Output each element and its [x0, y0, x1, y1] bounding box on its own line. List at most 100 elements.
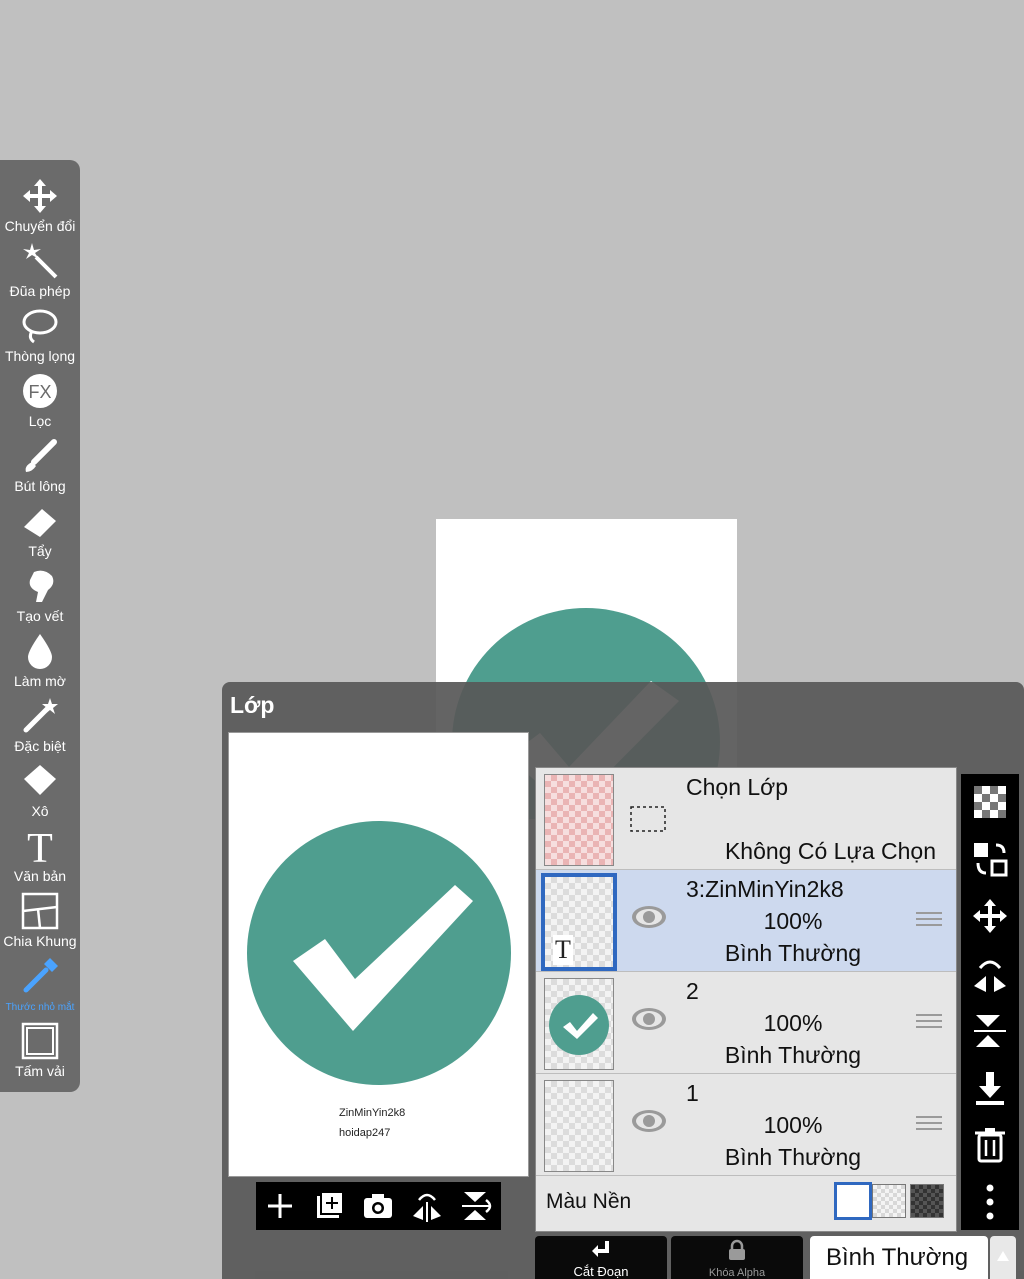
tool-label: Làm mờ — [14, 673, 66, 689]
background-transparent-swatch[interactable] — [872, 1184, 906, 1218]
tool-special[interactable]: Đặc biệt — [0, 694, 80, 758]
drag-handle-icon[interactable] — [916, 1116, 942, 1136]
tool-label: Tẩy — [28, 543, 52, 559]
layer-row[interactable]: 2 100% Bình Thường — [536, 972, 956, 1074]
tool-frame-divider[interactable]: Chia Khung — [0, 889, 80, 953]
tool-eraser[interactable]: Tẩy — [0, 499, 80, 563]
alpha-lock-button[interactable]: Khóa Alpha — [671, 1236, 803, 1279]
canvas-preview[interactable]: ZinMinYin2k8 hoidap247 — [228, 732, 529, 1177]
move-arrows-icon — [23, 179, 57, 213]
move-layer-icon[interactable] — [970, 896, 1010, 936]
layer-list: Chọn Lớp Không Có Lựa Chọn T 3:ZinMinYin… — [535, 767, 957, 1232]
visibility-eye-icon[interactable] — [630, 1108, 668, 1134]
clip-arrow-icon — [592, 1241, 609, 1257]
layer-name: 3:ZinMinYin2k8 — [686, 876, 844, 902]
tool-label: Đũa phép — [9, 283, 71, 299]
clipping-button[interactable]: Cắt Đoạn — [535, 1236, 667, 1279]
background-label: Màu Nền — [546, 1190, 632, 1213]
swap-layer-icon[interactable] — [970, 839, 1010, 879]
bucket-icon — [24, 765, 56, 795]
tool-transform[interactable]: Chuyển đổi — [0, 174, 80, 238]
tool-magic-wand[interactable]: Đũa phép — [0, 239, 80, 303]
transparency-checker-icon[interactable] — [970, 782, 1010, 822]
lasso-icon — [22, 309, 58, 344]
layer-thumbnail — [544, 978, 614, 1070]
layer-thumbnail — [544, 1080, 614, 1172]
tool-label: Chia Khung — [3, 933, 77, 949]
blend-mode-toggle[interactable] — [990, 1236, 1016, 1279]
blend-mode-value: Bình Thường — [826, 1244, 969, 1271]
tool-label: Chuyển đổi — [4, 218, 76, 234]
svg-text:FX: FX — [28, 382, 51, 402]
smudge-icon — [29, 570, 54, 602]
preview-caption-1: ZinMinYin2k8 — [339, 1107, 406, 1119]
layer-blend-mode: Bình Thường — [724, 1042, 862, 1068]
tool-label: Thòng lọng — [4, 348, 76, 364]
layer-name: 2 — [686, 978, 699, 1004]
tool-bucket[interactable]: Xô — [0, 759, 80, 823]
tool-canvas[interactable]: Tấm vải — [0, 1019, 80, 1083]
tool-blur[interactable]: Làm mờ — [0, 629, 80, 693]
drag-handle-icon[interactable] — [916, 912, 942, 932]
more-options-icon[interactable] — [970, 1182, 1010, 1222]
drag-handle-icon[interactable] — [916, 1014, 942, 1034]
selection-layer-row[interactable]: Chọn Lớp Không Có Lựa Chọn — [536, 768, 956, 870]
tool-text[interactable]: T Văn bản — [0, 824, 80, 888]
selection-marquee-icon — [630, 806, 666, 832]
tool-smudge[interactable]: Tạo vết — [0, 564, 80, 628]
flip-layer-horizontal-icon[interactable] — [970, 954, 1010, 994]
layer-blend-mode: Bình Thường — [724, 1144, 862, 1170]
fx-filter-icon: FX — [23, 374, 57, 408]
preview-caption-2: hoidap247 — [339, 1127, 391, 1139]
merge-down-icon[interactable] — [970, 1068, 1010, 1108]
background-white-swatch[interactable] — [834, 1182, 872, 1220]
tool-label: Văn bản — [13, 868, 67, 884]
tool-label: Thước nhỏ mắt — [5, 1002, 75, 1013]
tool-eyedropper[interactable]: Thước nhỏ mắt — [0, 954, 80, 1018]
layer-actions-toolbar — [961, 774, 1019, 1230]
panel-title: Lớp — [230, 692, 275, 718]
tool-brush[interactable]: Bút lông — [0, 434, 80, 498]
flip-horizontal-icon[interactable] — [407, 1186, 447, 1226]
tool-sidebar: Chuyển đổi Đũa phép Thòng lọng FX Lọc Bú… — [0, 160, 80, 1092]
frame-divider-icon — [21, 892, 59, 930]
trash-icon[interactable] — [970, 1125, 1010, 1165]
flip-vertical-icon[interactable] — [456, 1186, 496, 1226]
clipping-label: Cắt Đoạn — [573, 1264, 629, 1279]
alpha-lock-label: Khóa Alpha — [708, 1267, 766, 1279]
canvas-icon — [21, 1022, 59, 1060]
special-wand-icon — [23, 698, 58, 733]
tool-label: Tạo vết — [16, 608, 64, 624]
tool-label: Lọc — [28, 413, 52, 429]
layer-blend-mode: Bình Thường — [724, 940, 862, 966]
tool-filter[interactable]: FX Lọc — [0, 369, 80, 433]
preview-toolbar — [256, 1182, 501, 1230]
blend-mode-select[interactable]: Bình Thường — [810, 1236, 988, 1279]
svg-text:T: T — [27, 826, 53, 866]
visibility-eye-icon[interactable] — [630, 904, 668, 930]
layer-thumbnail: T — [541, 873, 617, 971]
text-tool-icon: T — [27, 826, 53, 866]
add-copy-layer-icon[interactable] — [309, 1186, 349, 1226]
lock-icon — [729, 1239, 745, 1260]
selection-title: Chọn Lớp — [686, 774, 789, 800]
layer-row[interactable]: T 3:ZinMinYin2k8 100% Bình Thường — [536, 870, 956, 972]
blur-drop-icon — [28, 634, 52, 669]
selection-thumbnail — [544, 774, 614, 866]
visibility-eye-icon[interactable] — [630, 1006, 668, 1032]
layer-opacity: 100% — [763, 908, 823, 934]
layer-row[interactable]: 1 100% Bình Thường — [536, 1074, 956, 1176]
add-layer-icon[interactable] — [260, 1186, 300, 1226]
brush-icon — [25, 439, 57, 472]
tool-label: Đặc biệt — [14, 738, 66, 754]
flip-layer-vertical-icon[interactable] — [970, 1011, 1010, 1051]
background-dark-swatch[interactable] — [910, 1184, 944, 1218]
checkmark-thumbnail-icon — [549, 995, 609, 1055]
tool-lasso[interactable]: Thòng lọng — [0, 304, 80, 368]
tool-label: Bút lông — [14, 478, 66, 494]
tool-label: Xô — [31, 803, 49, 819]
magic-wand-icon — [23, 243, 58, 279]
camera-icon[interactable] — [358, 1186, 398, 1226]
chevron-up-icon — [997, 1251, 1009, 1261]
layer-opacity: 100% — [763, 1112, 823, 1138]
